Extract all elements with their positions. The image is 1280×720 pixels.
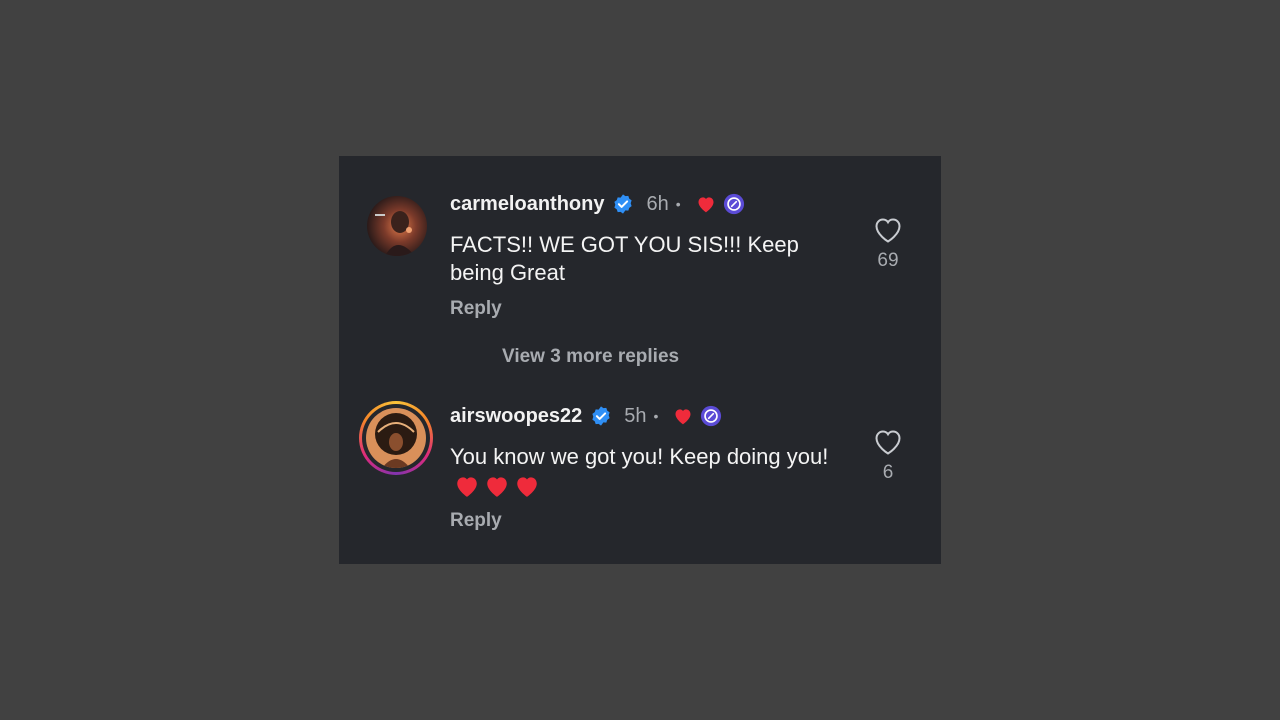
red-heart-emoji-icon: [487, 477, 507, 498]
comment-header: carmeloanthony 6h •: [450, 189, 745, 219]
like-column: 6: [873, 428, 908, 484]
profile-photo-icon: [367, 196, 427, 256]
profile-photo-icon: [366, 408, 426, 468]
view-more-replies-button[interactable]: View 3 more replies: [502, 346, 679, 368]
separator-dot: •: [675, 196, 681, 212]
verified-badge-icon: [614, 194, 633, 214]
comment-text: You know we got you! Keep doing you!: [450, 443, 830, 499]
comment-time: 5h: [624, 404, 647, 427]
like-count: 69: [877, 250, 899, 271]
creator-badge-icon: [723, 193, 744, 215]
comment-text-content: You know we got you! Keep doing you!: [450, 444, 829, 469]
heart-emojis: [454, 474, 540, 498]
like-count: 6: [882, 462, 894, 483]
reply-button[interactable]: Reply: [450, 510, 502, 532]
like-heart-icon[interactable]: [873, 428, 903, 456]
username[interactable]: carmeloanthony: [450, 193, 604, 216]
separator-dot: •: [653, 408, 659, 424]
red-heart-emoji-icon: [457, 477, 477, 498]
comment-time: 6h: [646, 192, 669, 215]
creator-liked-heart-icon: [675, 409, 691, 425]
comments-panel: carmeloanthony 6h • FACTS!! WE GOT YOU S…: [339, 156, 941, 564]
like-column: 69: [873, 216, 908, 272]
verified-badge-icon: [592, 406, 610, 426]
like-heart-icon[interactable]: [873, 216, 903, 244]
reply-button[interactable]: Reply: [450, 298, 502, 320]
red-heart-emoji-icon: [517, 477, 537, 498]
comment-header: airswoopes22 5h •: [450, 401, 722, 431]
creator-badge-icon: [701, 405, 722, 427]
comment-text: FACTS!! WE GOT YOU SIS!!! Keep being Gre…: [450, 232, 799, 285]
creator-liked-heart-icon: [698, 197, 714, 213]
avatar[interactable]: [367, 196, 427, 256]
username[interactable]: airswoopes22: [450, 405, 582, 428]
avatar[interactable]: [366, 408, 426, 468]
